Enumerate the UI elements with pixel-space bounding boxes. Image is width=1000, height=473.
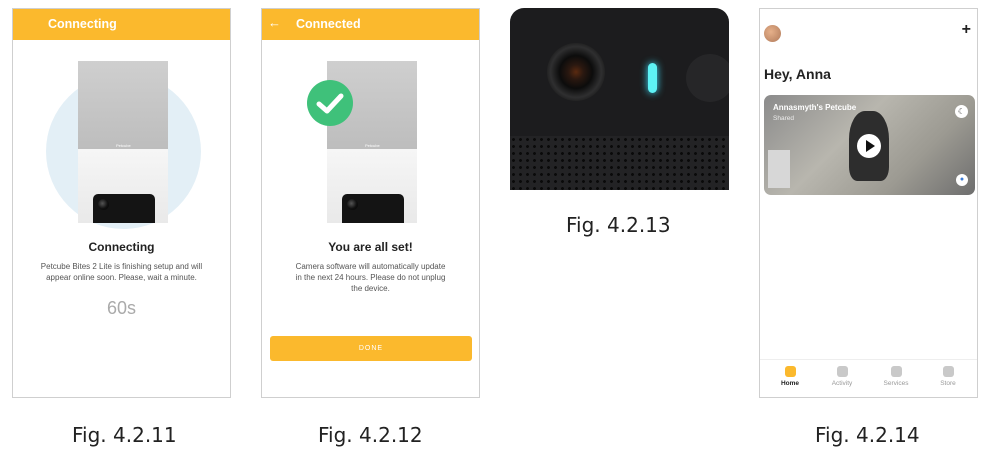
shopping-bag-icon <box>942 366 954 377</box>
nav-activity[interactable]: Activity <box>822 366 862 387</box>
sensor-icon <box>686 54 729 102</box>
figure-caption: Fig. 4.2.13 <box>566 213 671 237</box>
app-bar: Connecting <box>13 9 230 40</box>
done-button[interactable]: DONE <box>270 336 472 361</box>
home-grid-icon <box>784 366 796 377</box>
camera-lens-icon <box>98 199 109 210</box>
greeting: Hey, Anna <box>764 66 831 82</box>
nav-store[interactable]: Store <box>928 366 968 387</box>
activity-icon <box>836 366 848 377</box>
figure-caption: Fig. 4.2.14 <box>815 423 920 447</box>
night-mode-icon[interactable]: ☾ <box>955 105 968 118</box>
device-closeup-photo <box>510 8 729 190</box>
status-body: Camera software will automatically updat… <box>295 262 446 293</box>
nav-home[interactable]: Home <box>770 366 810 387</box>
header-title: Connecting <box>48 17 117 31</box>
device-brand-label: Petcube <box>365 143 380 148</box>
camera-lens-icon <box>547 43 605 101</box>
device-brand-label: Petcube <box>116 143 131 148</box>
avatar[interactable] <box>764 25 781 42</box>
checkmark-icon <box>307 80 353 126</box>
connecting-screen: Connecting Petcube Connecting Petcube Bi… <box>12 8 231 398</box>
camera-shared-label: Shared <box>773 115 794 122</box>
bottom-nav: Home Activity Services Store <box>760 359 977 397</box>
status-body: Petcube Bites 2 Lite is finishing setup … <box>40 262 203 282</box>
figure-caption: Fig. 4.2.11 <box>72 423 177 447</box>
camera-card[interactable]: Annasmyth's Petcube Shared ☾ ● <box>764 95 975 195</box>
status-title: You are all set! <box>328 240 413 254</box>
header-title: Connected <box>296 17 361 31</box>
paw-icon <box>890 366 902 377</box>
nav-services[interactable]: Services <box>876 366 916 387</box>
microphone-icon[interactable]: ● <box>956 174 968 186</box>
status-title: Connecting <box>88 240 155 254</box>
plus-icon[interactable]: + <box>962 21 971 39</box>
back-arrow-icon[interactable]: ← <box>268 15 281 30</box>
status-light-icon <box>648 63 657 93</box>
camera-name: Annasmyth's Petcube <box>773 103 857 112</box>
play-icon[interactable] <box>857 134 881 158</box>
camera-lens-icon <box>347 199 358 210</box>
figure-caption: Fig. 4.2.12 <box>318 423 423 447</box>
home-screen: + Hey, Anna Annasmyth's Petcube Shared ☾… <box>759 8 978 398</box>
countdown-timer: 60s <box>106 298 137 318</box>
app-bar: ← Connected <box>262 9 479 40</box>
connected-screen: ← Connected Petcube You are all set! Cam… <box>261 8 480 398</box>
